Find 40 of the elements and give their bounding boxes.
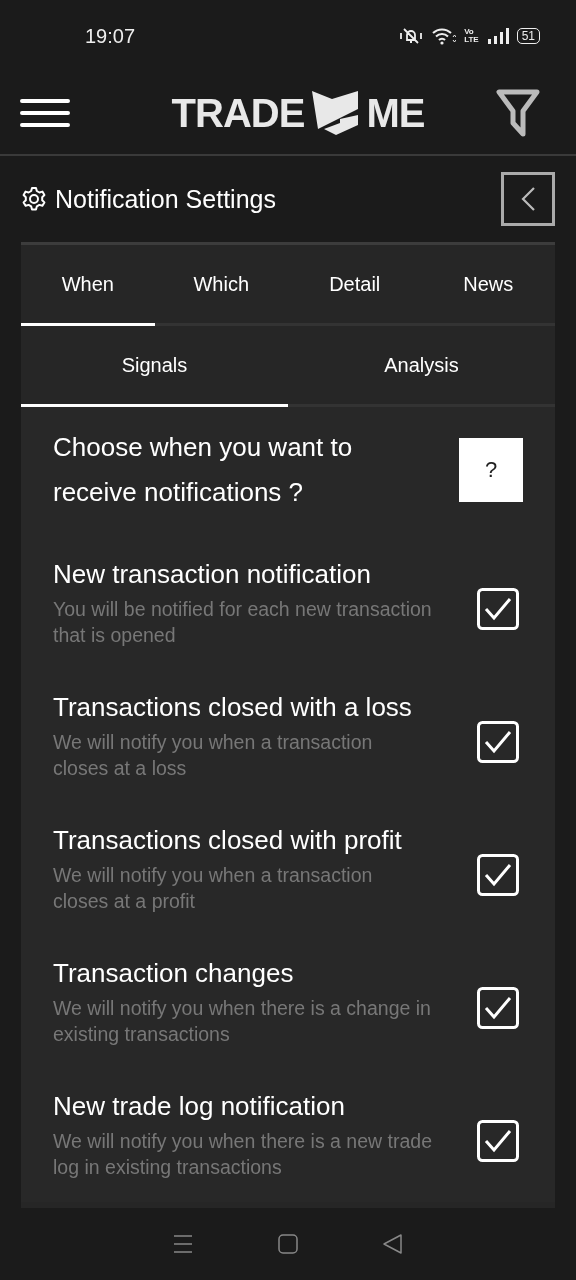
checkbox[interactable]	[477, 720, 519, 763]
option-description: We will notify you when there is a new trade log in existing transactions	[53, 1129, 433, 1180]
checkbox[interactable]	[477, 853, 519, 896]
checkbox[interactable]	[477, 1119, 519, 1162]
option-description: We will notify you when a transaction closes at a loss	[53, 730, 374, 781]
checkbox[interactable]	[477, 587, 519, 630]
logo-text: TRADE	[171, 90, 305, 136]
back-icon[interactable]	[383, 1234, 404, 1254]
menu-icon[interactable]	[20, 98, 70, 128]
logo-mark-icon	[310, 89, 361, 137]
option-title: Transaction changes	[53, 958, 295, 989]
question-text: Choose when you want to receive notifications ?	[53, 431, 354, 509]
tab[interactable]: News	[421, 245, 555, 326]
back-button[interactable]	[501, 172, 555, 226]
tab[interactable]: Which	[154, 245, 288, 326]
option-title: New trade log notification	[53, 1091, 346, 1122]
checkbox[interactable]	[477, 986, 519, 1029]
logo-text: ME	[366, 90, 425, 136]
settings-icon	[21, 186, 47, 212]
filter-icon[interactable]	[496, 89, 540, 137]
tab[interactable]: When	[21, 245, 155, 326]
option-title: Transactions closed with profit	[53, 825, 403, 856]
mute-bell-icon	[398, 27, 425, 45]
home-icon[interactable]	[278, 1234, 298, 1254]
page-title: Notification Settings	[55, 184, 276, 214]
signal-icon	[486, 28, 509, 44]
tab[interactable]: Detail	[288, 245, 422, 326]
help-button[interactable]: ?	[459, 438, 523, 502]
wifi-icon	[432, 27, 457, 45]
status-time: 19:07	[85, 24, 136, 48]
network-type-label: Vo LTE	[464, 28, 479, 44]
option-description: You will be notified for each new transaction that is opened	[53, 597, 433, 648]
recent-apps-icon[interactable]	[172, 1234, 193, 1254]
option-description: We will notify you when a transaction closes at a profit	[53, 863, 374, 914]
tab[interactable]: Analysis	[288, 326, 555, 407]
chevron-left-icon	[520, 186, 536, 212]
battery-indicator: 51	[516, 28, 540, 44]
option-description: We will notify you when there is a change in existing transactions	[53, 996, 432, 1047]
option-title: New transaction notification	[53, 559, 372, 590]
option-title: Transactions closed with a loss	[53, 692, 413, 723]
